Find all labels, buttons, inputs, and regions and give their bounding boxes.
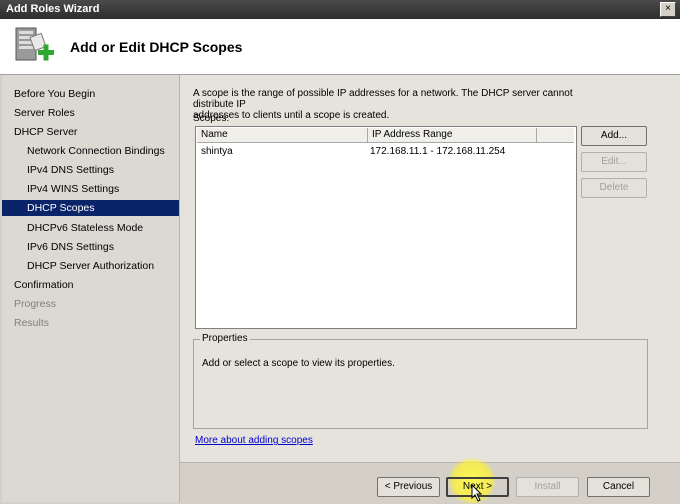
nav-item-label: IPv4 DNS Settings [27, 164, 114, 176]
nav-item-label: DHCP Server Authorization [27, 260, 155, 272]
scopes-list[interactable]: Name IP Address Range shintya 172.168.11… [195, 126, 577, 329]
nav-item-ipv4-wins-settings[interactable]: IPv4 WINS Settings [2, 181, 179, 197]
nav-item-label: Results [14, 317, 50, 329]
edit-scope-button[interactable]: Edit... [581, 152, 647, 172]
description-line: addresses to clients until a scope is cr… [193, 110, 390, 121]
main-content: A scope is the range of possible IP addr… [180, 75, 680, 462]
add-scope-button[interactable]: Add... [581, 126, 647, 146]
nav-item-ipv6-dns-settings[interactable]: IPv6 DNS Settings [2, 239, 179, 255]
nav-item-label: DHCP Server [14, 126, 78, 138]
column-header-ip-range[interactable]: IP Address Range [368, 128, 537, 143]
nav-item-dhcp-server-authorization[interactable]: DHCP Server Authorization [2, 258, 179, 274]
server-add-icon [15, 27, 54, 61]
nav-item-label: Network Connection Bindings [27, 145, 165, 157]
nav-item-label: Server Roles [14, 107, 75, 119]
nav-item-ipv4-dns-settings[interactable]: IPv4 DNS Settings [2, 162, 179, 178]
nav-item-dhcp-server[interactable]: DHCP Server [2, 124, 179, 140]
window-title: Add Roles Wizard [6, 3, 100, 15]
column-header-name[interactable]: Name [197, 128, 368, 143]
nav-item-label: IPv6 DNS Settings [27, 241, 114, 253]
nav-item-server-roles[interactable]: Server Roles [2, 105, 179, 121]
scopes-label: Scopes: [193, 113, 230, 124]
properties-group: Properties Add or select a scope to view… [193, 333, 648, 429]
nav-item-label: Before You Begin [14, 88, 96, 100]
scope-name-cell: shintya [201, 146, 233, 157]
wizard-steps-sidebar: Before You Begin Server Roles DHCP Serve… [2, 75, 180, 502]
nav-item-label: DHCPv6 Stateless Mode [27, 222, 144, 234]
nav-item-dhcp-scopes[interactable]: DHCP Scopes [2, 200, 179, 216]
nav-item-before-you-begin[interactable]: Before You Begin [2, 86, 179, 102]
mouse-cursor-icon [471, 484, 483, 502]
nav-item-confirmation[interactable]: Confirmation [2, 277, 179, 293]
nav-item-label: IPv4 WINS Settings [27, 183, 120, 195]
properties-legend: Properties [200, 333, 250, 344]
wizard-header: Add or Edit DHCP Scopes [0, 19, 680, 75]
close-button[interactable]: × [660, 2, 676, 17]
nav-item-label: Progress [14, 298, 57, 310]
nav-item-dhcpv6-stateless-mode[interactable]: DHCPv6 Stateless Mode [2, 220, 179, 236]
nav-item-network-connection-bindings[interactable]: Network Connection Bindings [2, 143, 179, 159]
title-bar: Add Roles Wizard × [0, 0, 680, 19]
help-link[interactable]: More about adding scopes [195, 435, 313, 446]
install-button[interactable]: Install [516, 477, 579, 497]
page-title: Add or Edit DHCP Scopes [70, 39, 243, 55]
previous-button[interactable]: < Previous [377, 477, 440, 497]
scope-description: A scope is the range of possible IP addr… [193, 88, 613, 121]
nav-item-label: DHCP Scopes [27, 202, 95, 214]
cancel-button[interactable]: Cancel [587, 477, 650, 497]
nav-item-results: Results [2, 315, 179, 331]
close-icon: × [665, 3, 671, 14]
nav-item-progress: Progress [2, 296, 179, 312]
delete-scope-button[interactable]: Delete [581, 178, 647, 198]
column-header-blank [537, 128, 574, 143]
nav-item-label: Confirmation [14, 279, 74, 291]
properties-text: Add or select a scope to view its proper… [202, 358, 395, 369]
scope-range-cell: 172.168.11.1 - 172.168.11.254 [370, 146, 506, 157]
description-line: A scope is the range of possible IP addr… [193, 88, 573, 110]
